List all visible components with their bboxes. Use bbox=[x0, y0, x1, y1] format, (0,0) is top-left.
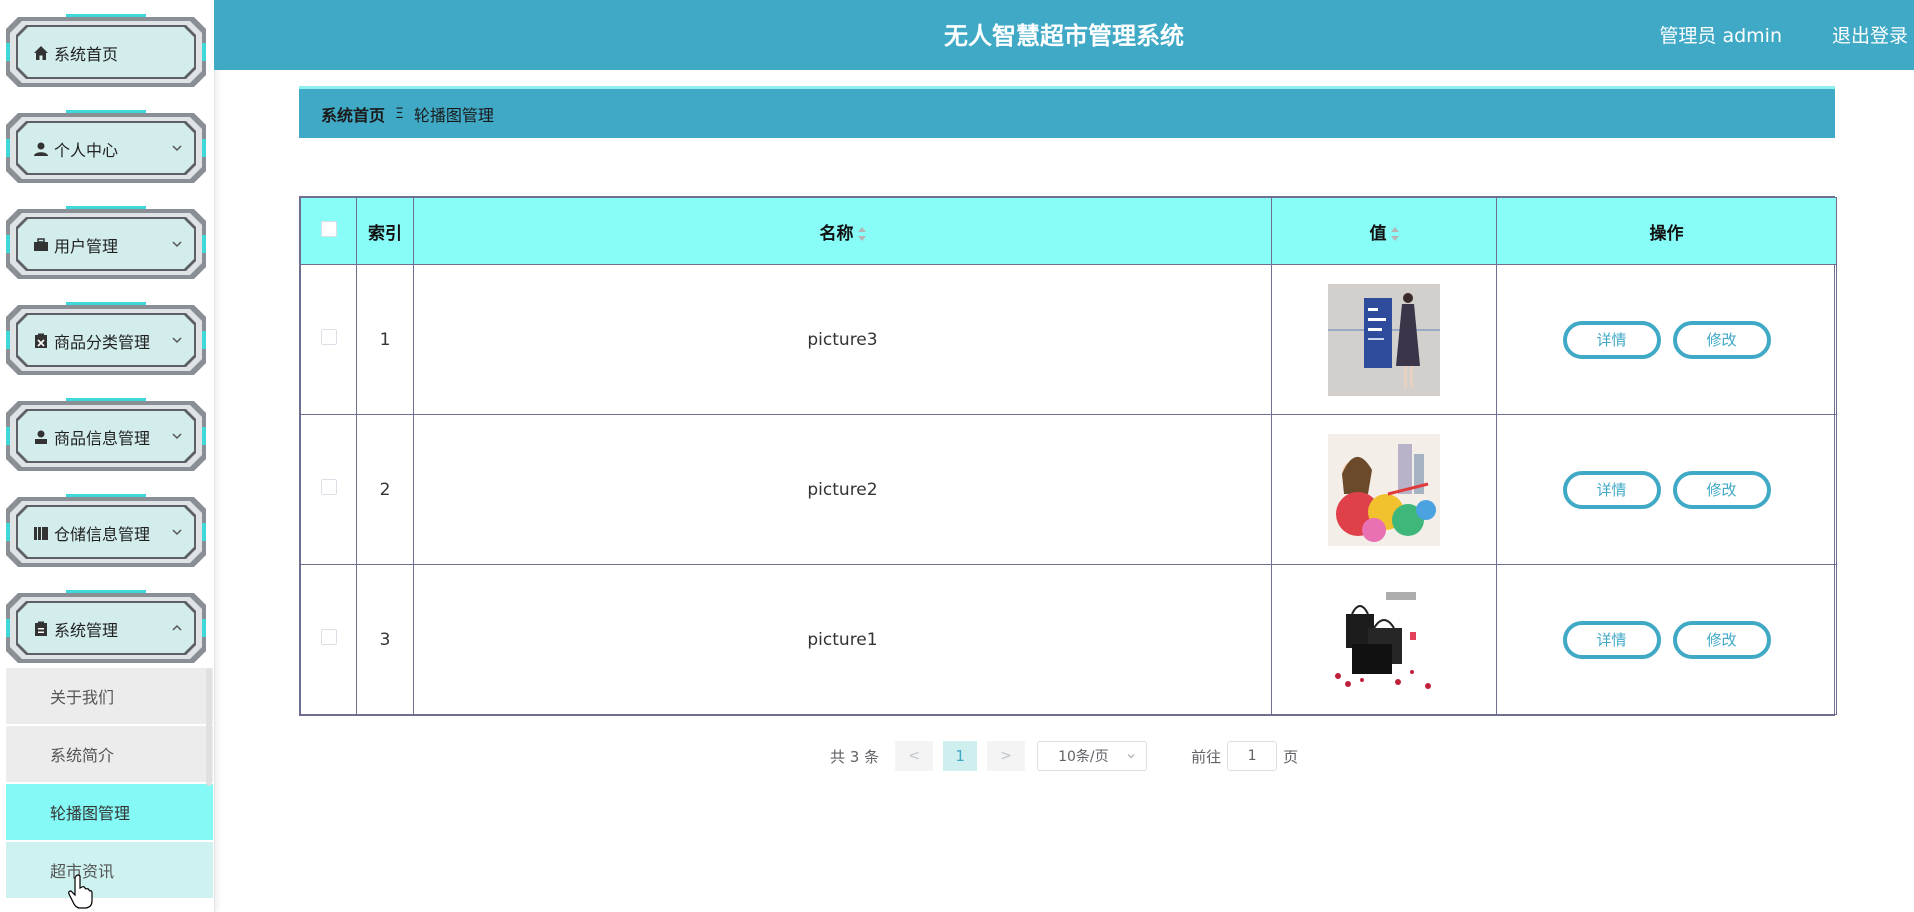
fashion-photo-thumbnail bbox=[1328, 283, 1440, 396]
prev-page-button[interactable]: < bbox=[895, 741, 934, 771]
briefcase-icon bbox=[32, 236, 50, 254]
sidebar-item-label: 系统首页 bbox=[54, 45, 119, 64]
sidebar-item-home[interactable]: 系统首页 bbox=[6, 11, 206, 93]
select-all-cell bbox=[300, 197, 357, 265]
row-index: 3 bbox=[356, 564, 414, 715]
carousel-table: 索引 名称 值 操作 1 picture3 详情 修改 2 picture2 详… bbox=[299, 196, 1837, 716]
edit-button[interactable]: 修改 bbox=[1672, 320, 1771, 359]
sidebar-item-label: 个人中心 bbox=[54, 141, 119, 160]
clipboard-x-icon bbox=[32, 332, 50, 350]
breadcrumb-current: 轮播图管理 bbox=[413, 105, 494, 125]
page-label: 页 bbox=[1283, 747, 1299, 766]
table-row: 3 picture1 详情 修改 bbox=[300, 564, 1837, 715]
table-row: 1 picture3 详情 修改 bbox=[300, 264, 1837, 415]
row-name: picture1 bbox=[413, 564, 1272, 715]
row-actions: 详情 修改 bbox=[1496, 264, 1837, 415]
detail-button[interactable]: 详情 bbox=[1562, 620, 1661, 659]
user-icon bbox=[32, 140, 50, 158]
detail-button[interactable]: 详情 bbox=[1562, 470, 1661, 509]
chevron-down-icon bbox=[172, 433, 182, 440]
top-header: 无人智慧超市管理系统 管理员 admin 退出登录 bbox=[214, 0, 1914, 70]
sidebar-item-storage[interactable]: 仓储信息管理 bbox=[6, 491, 206, 573]
hand-cursor-icon bbox=[68, 874, 93, 909]
page-number-1[interactable]: 1 bbox=[943, 741, 978, 771]
sort-icon[interactable] bbox=[1390, 226, 1399, 241]
sidebar-item-category[interactable]: 商品分类管理 bbox=[6, 299, 206, 381]
chevron-down-icon bbox=[172, 337, 182, 344]
sidebar-item-label: 仓储信息管理 bbox=[54, 525, 151, 544]
submenu-item-about[interactable]: 关于我们 bbox=[6, 668, 213, 724]
logout-link[interactable]: 退出登录 bbox=[1832, 0, 1908, 72]
person-icon bbox=[32, 428, 50, 446]
bags-photo-thumbnail bbox=[1328, 583, 1440, 696]
row-index: 2 bbox=[356, 414, 414, 565]
goto-label: 前往 bbox=[1191, 747, 1222, 766]
sidebar: 系统首页 个人中心 用户管理 商品分类管理 商品信息管理 仓储信息管理 系统管理… bbox=[0, 0, 215, 912]
sidebar-item-system[interactable]: 系统管理 bbox=[6, 587, 206, 669]
chevron-down-icon bbox=[1127, 754, 1135, 759]
chevron-down-icon bbox=[172, 145, 182, 152]
breadcrumb-home[interactable]: 系统首页 bbox=[321, 102, 385, 126]
row-actions: 详情 修改 bbox=[1496, 414, 1837, 565]
column-header-value[interactable]: 值 bbox=[1271, 197, 1497, 265]
row-checkbox[interactable] bbox=[320, 479, 337, 495]
column-header-name-label: 名称 bbox=[819, 223, 854, 244]
edit-button[interactable]: 修改 bbox=[1672, 620, 1771, 659]
row-name: picture3 bbox=[413, 264, 1272, 415]
row-actions: 详情 修改 bbox=[1496, 564, 1837, 715]
submenu-item-news[interactable]: 超市资讯 bbox=[6, 842, 213, 898]
detail-button[interactable]: 详情 bbox=[1562, 320, 1661, 359]
row-checkbox[interactable] bbox=[320, 329, 337, 345]
row-name: picture2 bbox=[413, 414, 1272, 565]
pagination: 共 3 条 < 1 > 10条/页 前往 页 bbox=[830, 740, 1298, 772]
row-checkbox[interactable] bbox=[320, 629, 337, 645]
column-header-index: 索引 bbox=[356, 197, 414, 265]
column-header-actions: 操作 bbox=[1496, 197, 1837, 265]
sidebar-item-product[interactable]: 商品信息管理 bbox=[6, 395, 206, 477]
goto-page-input[interactable] bbox=[1227, 741, 1278, 771]
colorful-illustration-thumbnail bbox=[1328, 433, 1440, 546]
sidebar-item-label: 商品信息管理 bbox=[54, 429, 151, 448]
table-row: 2 picture2 详情 修改 bbox=[300, 414, 1837, 565]
row-value bbox=[1271, 414, 1497, 565]
column-header-value-label: 值 bbox=[1369, 223, 1387, 244]
home-icon bbox=[32, 44, 50, 62]
breadcrumb-separator-icon: Ξ bbox=[395, 105, 404, 122]
submenu-item-label: 关于我们 bbox=[50, 688, 115, 707]
sort-icon[interactable] bbox=[857, 226, 866, 241]
breadcrumb: 系统首页 Ξ 轮播图管理 bbox=[299, 86, 1835, 138]
sidebar-item-users[interactable]: 用户管理 bbox=[6, 203, 206, 285]
row-value bbox=[1271, 564, 1497, 715]
edit-button[interactable]: 修改 bbox=[1672, 470, 1771, 509]
column-header-name[interactable]: 名称 bbox=[413, 197, 1272, 265]
chevron-up-icon bbox=[172, 624, 182, 631]
clipboard-icon bbox=[32, 620, 50, 638]
page-size-value: 10条/页 bbox=[1058, 749, 1109, 765]
total-count: 共 3 条 bbox=[830, 747, 880, 766]
submenu-item-label: 轮播图管理 bbox=[50, 804, 131, 823]
chevron-down-icon bbox=[172, 529, 182, 536]
row-value bbox=[1271, 264, 1497, 415]
next-page-button[interactable]: > bbox=[987, 741, 1026, 771]
submenu-item-intro[interactable]: 系统简介 bbox=[6, 726, 213, 782]
sidebar-item-personal[interactable]: 个人中心 bbox=[6, 107, 206, 189]
select-all-checkbox[interactable] bbox=[320, 220, 337, 237]
current-user: 管理员 admin bbox=[1659, 25, 1782, 47]
submenu-item-label: 系统简介 bbox=[50, 746, 115, 765]
books-icon bbox=[32, 524, 50, 542]
sidebar-scrollbar[interactable] bbox=[206, 668, 212, 786]
sidebar-item-label: 系统管理 bbox=[54, 621, 119, 640]
table-header-row: 索引 名称 值 操作 bbox=[300, 197, 1837, 265]
row-index: 1 bbox=[356, 264, 414, 415]
sidebar-item-label: 商品分类管理 bbox=[54, 333, 151, 352]
chevron-down-icon bbox=[172, 241, 182, 248]
sidebar-item-label: 用户管理 bbox=[54, 237, 119, 256]
submenu-item-carousel[interactable]: 轮播图管理 bbox=[6, 784, 213, 840]
page-size-select[interactable]: 10条/页 bbox=[1037, 741, 1148, 771]
